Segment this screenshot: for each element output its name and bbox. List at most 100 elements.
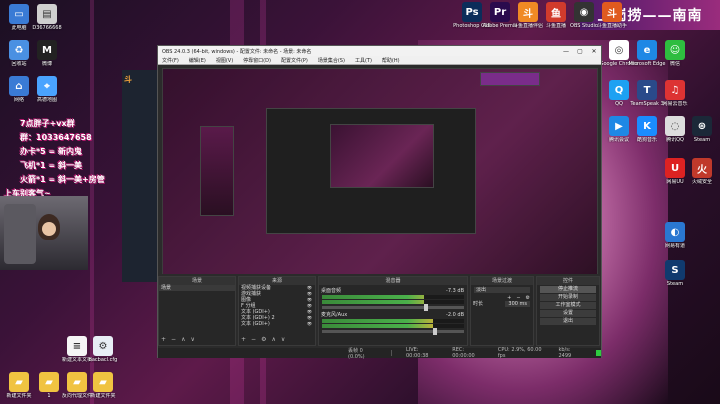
preview-banner	[480, 72, 540, 86]
menu-item[interactable]: 停靠窗口(D)	[243, 57, 271, 64]
icon-label: 火绒安全	[691, 179, 712, 185]
app-icon: 火	[692, 158, 712, 178]
move-source-down-button[interactable]: ∨	[281, 336, 285, 343]
move-scene-up-button[interactable]: ∧	[181, 336, 185, 343]
desktop-icon[interactable]: ⊛ Steam	[685, 116, 719, 143]
icon-label: bacbacl.cfg	[88, 357, 118, 363]
app-icon: ◌	[665, 116, 685, 136]
app-icon: ⌖	[37, 76, 57, 96]
studio-mode-button[interactable]: 工作室模式	[540, 302, 596, 309]
menu-item[interactable]: 配置文件(P)	[281, 57, 308, 64]
overlay-line: 办卡*5 = 新内鬼	[20, 147, 83, 156]
app-icon: S	[665, 260, 685, 280]
meter-remaining	[432, 319, 464, 323]
icon-label: 微信	[669, 61, 680, 67]
menu-item[interactable]: 帮助(H)	[382, 57, 400, 64]
source-name: 文本 (GDI+)	[241, 321, 270, 327]
obs-docks: 场景 场景 + − ∧ ∨ 来源 视频捕获设备 👁 游戏捕获 👁 图像 👁 F 分组 👁 文本 …	[158, 274, 602, 360]
app-icon: ▰	[67, 372, 87, 392]
mixer-channels: 桌面音频 -7.3 dB 麦克风/Aux -2.0 dB	[319, 288, 467, 335]
mixer-channel: 桌面音频 -7.3 dB	[319, 288, 467, 311]
sources-tools: + − ⚙ ∧ ∨	[241, 336, 285, 343]
desktop-icon[interactable]: 火火绒安全	[685, 158, 719, 185]
scenes-title: 场景	[159, 277, 235, 285]
mixer-dock: 混音器 桌面音频 -7.3 dB 麦克风/Aux -2.0 dB	[318, 276, 468, 346]
volume-meter	[322, 319, 464, 323]
desktop-icon[interactable]: S Steam	[658, 260, 692, 287]
source-properties-button[interactable]: ⚙	[261, 336, 266, 343]
bitrate: kb/s: 2499	[558, 347, 572, 359]
icon-label: D36766668	[32, 25, 62, 31]
slider-handle[interactable]	[432, 328, 437, 335]
visibility-eye-icon[interactable]: 👁	[307, 321, 312, 327]
menu-item[interactable]: 视图(V)	[216, 57, 233, 64]
icon-label: 网络	[13, 97, 24, 103]
app-icon: ▰	[93, 372, 113, 392]
move-source-up-button[interactable]: ∧	[271, 336, 275, 343]
transitions-title: 场景过渡	[471, 277, 533, 285]
desktop-icon[interactable]: ☺ 微信	[658, 40, 692, 67]
mixer-title: 混音器	[319, 277, 467, 285]
app-icon: Pr	[490, 2, 510, 22]
settings-button[interactable]: 设置	[540, 310, 596, 317]
menu-item[interactable]: 编辑(E)	[189, 57, 206, 64]
channel-header: 桌面音频 -7.3 dB	[319, 288, 467, 294]
app-icon: 斗	[602, 2, 622, 22]
scene-item[interactable]: 场景	[159, 285, 235, 291]
obs-menubar: 文件(F) 编辑(E) 视图(V) 停靠窗口(D) 配置文件(P) 场景集合(S) 工具(T…	[158, 56, 601, 65]
app-icon: ◎	[609, 40, 629, 60]
app-icon: ▶	[609, 116, 629, 136]
remove-scene-button[interactable]: −	[171, 336, 176, 343]
overlay-line: 飞机*1 = 斜一美	[20, 161, 83, 170]
channel-name: 麦克风/Aux	[321, 312, 348, 318]
slider-handle[interactable]	[424, 304, 429, 311]
desktop-icon[interactable]: ◐ 网易有道	[658, 222, 692, 249]
remove-source-button[interactable]: −	[251, 336, 256, 343]
stop-streaming-button[interactable]: 停止推流	[540, 286, 596, 293]
start-recording-button[interactable]: 开始录制	[540, 294, 596, 301]
app-icon: ⌂	[9, 76, 29, 96]
add-scene-button[interactable]: +	[161, 336, 166, 343]
controls-title: 控件	[537, 277, 599, 285]
overlay-line: 群：1033647658	[20, 133, 92, 142]
obs-window[interactable]: OBS 24.0.3 (64-bit, windows) - 配置文件: 未命名…	[157, 45, 602, 360]
menu-item[interactable]: 场景集合(S)	[318, 57, 345, 64]
app-icon: ☺	[665, 40, 685, 60]
volume-slider[interactable]	[322, 304, 464, 311]
desktop-icon[interactable]: 斗斗鱼直播助手	[595, 2, 629, 29]
app-icon: e	[637, 40, 657, 60]
transitions-dock: 场景过渡 淡出 + − ⚙ 时长 300 ms	[470, 276, 534, 346]
menu-item[interactable]: 文件(F)	[162, 57, 179, 64]
channel-db: -2.0 dB	[446, 312, 464, 318]
menu-item[interactable]: 工具(T)	[355, 57, 372, 64]
mixer-channel: 麦克风/Aux -2.0 dB	[319, 312, 467, 335]
desktop-icon[interactable]: ⚙ bacbacl.cfg	[86, 336, 120, 363]
transition-select[interactable]: 淡出	[474, 287, 530, 293]
desktop-icon[interactable]: ▰ 新建文件夹	[86, 372, 120, 399]
duration-label: 时长	[473, 301, 484, 307]
source-item[interactable]: 文本 (GDI+) 👁	[239, 321, 315, 327]
car-seat	[4, 204, 36, 264]
app-icon: 鱼	[546, 2, 566, 22]
maximize-button[interactable]: ▢	[573, 46, 587, 56]
desktop-icon[interactable]: ♻ 回收站	[2, 40, 36, 67]
icon-label: Steam	[666, 281, 684, 287]
desktop-icon[interactable]: ♫ 网易云音乐	[658, 80, 692, 107]
app-icon: ▤	[37, 4, 57, 24]
stream-health-indicator	[595, 350, 602, 356]
add-source-button[interactable]: +	[241, 336, 246, 343]
duration-input[interactable]: 300 ms	[505, 301, 530, 307]
obs-titlebar[interactable]: OBS 24.0.3 (64-bit, windows) - 配置文件: 未命名…	[158, 46, 601, 56]
minimize-button[interactable]: —	[559, 46, 573, 56]
move-scene-down-button[interactable]: ∨	[190, 336, 194, 343]
desktop-icon[interactable]: ▤ D36766668	[30, 4, 64, 31]
icon-label: 网易有道	[664, 243, 685, 249]
sources-title: 来源	[239, 277, 315, 285]
rec-timer: REC: 00:00:00	[452, 347, 475, 359]
desktop-icon[interactable]: ⌂ 网络	[2, 76, 36, 103]
volume-slider[interactable]	[322, 328, 464, 335]
live-timer: LIVE: 00:00:38	[405, 347, 429, 359]
exit-button[interactable]: 退出	[540, 318, 596, 325]
close-button[interactable]: ✕	[587, 46, 601, 56]
overlay-line: 火箭*1 = 斜一美+房管	[20, 175, 105, 184]
